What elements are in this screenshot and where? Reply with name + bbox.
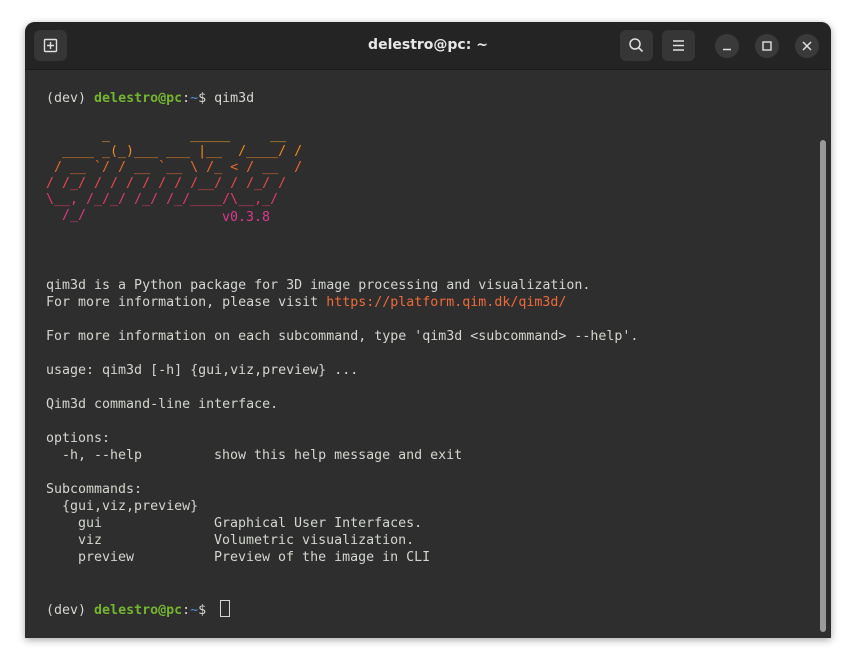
title-bar: delestro@pc: ~ <box>25 22 831 70</box>
menu-button[interactable] <box>662 30 695 61</box>
prompt-path: ~ <box>190 91 199 106</box>
logo-line: /_/ <box>46 208 87 223</box>
info-subcommand-hint: For more information on each subcommand,… <box>46 329 639 344</box>
minimize-icon <box>723 48 731 51</box>
cli-description: Qim3d command-line interface. <box>46 397 279 412</box>
typed-command: qim3d <box>214 91 255 106</box>
search-icon <box>629 38 644 53</box>
subcommand-name: viz <box>46 533 103 548</box>
window-title: delestro@pc: ~ <box>368 37 488 53</box>
option-help-desc: show this help message and exit <box>214 448 463 463</box>
subcommand-name: gui <box>46 516 103 531</box>
prompt-env: (dev) <box>46 91 95 106</box>
terminal-output[interactable]: (dev) delestro@pc:~$ qim3d _ _____ __ __… <box>25 70 831 638</box>
prompt-user-host: delestro@pc <box>94 603 183 618</box>
info-description: qim3d is a Python package for 3D image p… <box>46 278 591 293</box>
version-label: v0.3.8 <box>222 210 271 225</box>
hamburger-menu-icon <box>673 40 684 51</box>
logo-line: / /_/ / / / / / / /__/ / /_/ / <box>46 176 287 191</box>
subcommand-desc: Preview of the image in CLI <box>214 550 431 565</box>
subcommand-desc: Graphical User Interfaces. <box>214 516 423 531</box>
logo-line: _ _____ __ <box>46 128 287 143</box>
maximize-button[interactable] <box>755 34 779 58</box>
prompt-symbol: $ <box>198 91 215 106</box>
info-more-line: For more information, please visit https… <box>46 294 566 311</box>
prompt-path: ~ <box>190 603 199 618</box>
logo-line: \__, /_/_/ /_/ /_/____/\__,_/ <box>46 192 279 207</box>
usage-line: usage: qim3d [-h] {gui,viz,preview} ... <box>46 363 359 378</box>
subcommand-name: preview <box>46 550 135 565</box>
prompt-colon: : <box>182 91 191 106</box>
prompt-symbol: $ <box>198 603 215 618</box>
option-help-flag: -h, --help <box>46 448 143 463</box>
search-button[interactable] <box>620 30 653 61</box>
prompt-user-host: delestro@pc <box>94 91 183 106</box>
scrollbar[interactable] <box>820 140 826 632</box>
info-more-text: For more information, please visit <box>46 295 327 310</box>
close-icon <box>802 41 812 51</box>
terminal-window: delestro@pc: ~ (dev) delestro@pc:~$ qim3… <box>25 22 831 638</box>
subcommands-group: {gui,viz,preview} <box>46 499 199 514</box>
prompt-line: (dev) delestro@pc:~$ <box>46 600 231 619</box>
maximize-icon <box>762 41 772 51</box>
prompt-line: (dev) delestro@pc:~$ qim3d <box>46 90 254 107</box>
subcommand-desc: Volumetric visualization. <box>214 533 415 548</box>
minimize-button[interactable] <box>715 34 739 58</box>
logo-line: ____ _(_)___ ___ |__ /____/ / <box>46 144 303 159</box>
options-header: options: <box>46 431 111 446</box>
subcommands-header: Subcommands: <box>46 482 143 497</box>
prompt-colon: : <box>182 603 191 618</box>
logo-line: / __ `/ / __ `__ \ /_ < / __ / <box>46 160 303 175</box>
docs-link[interactable]: https://platform.qim.dk/qim3d/ <box>326 295 566 310</box>
close-button[interactable] <box>795 34 819 58</box>
prompt-env: (dev) <box>46 603 95 618</box>
text-cursor <box>220 600 231 617</box>
